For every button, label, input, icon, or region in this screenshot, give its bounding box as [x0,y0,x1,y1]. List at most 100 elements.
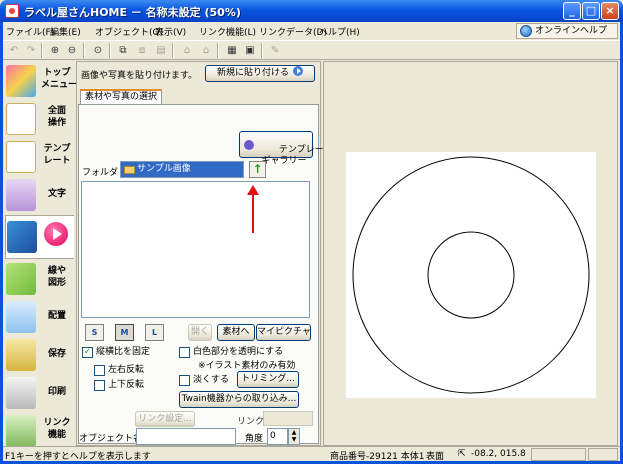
keep-ratio-checkbox[interactable]: ✓ 縦横比を固定 [82,347,150,358]
pen-icon[interactable]: ✎ [267,43,283,58]
status-help: F1キーを押すとヘルプを表示します [5,452,151,462]
minimize-button[interactable]: _ [563,2,581,20]
angle-input[interactable]: 0 [267,428,288,445]
nav-save[interactable]: 保存 [5,337,74,373]
close-button[interactable]: × [601,2,619,20]
lighten-checkbox[interactable]: 淡くする [179,375,229,386]
flip-vertical-checkbox[interactable]: 上下反転 [94,380,144,391]
trimming-button[interactable]: トリミング... [237,371,299,388]
my-picture-button[interactable]: マイピクチャ [256,324,311,341]
folder-label: フォルダ [82,168,119,178]
nav-top-menu[interactable]: トップ メニュー [5,63,78,99]
menu-edit[interactable]: 編集(E) [50,25,81,38]
menu-link-data[interactable]: リンクデータ(D) [259,25,327,38]
lock-icon[interactable]: ⌂ [179,43,195,58]
nav-shapes[interactable]: 線や 図形 [5,261,74,297]
angle-label: 角度 [245,434,264,444]
undo-icon[interactable]: ↶ [6,43,22,58]
toolbar: ↶ ↷ ⊕ ⊖ ⊙ ⧉ ⧈ ▤ ⌂ ⌂ ▦ ▣ ✎ [3,40,620,60]
illust-only-note: ※イラスト素材のみ有効 [198,361,296,371]
template-gallery-button[interactable]: テンプレート ギャラリー [239,131,333,166]
nav-label: 文字 [47,189,66,199]
bring-front-icon[interactable]: ▤ [153,43,169,58]
zoom-fit-icon[interactable]: ⊙ [90,43,106,58]
nav-align[interactable]: 配置 [5,299,74,335]
nav-full-operation[interactable]: 全面 操作 [5,101,74,137]
angle-spinner[interactable]: ▲ ▼ [288,428,300,445]
file-list[interactable] [81,181,310,318]
unlock-icon[interactable]: ⌂ [198,43,214,58]
nav-label: 印刷 [47,387,66,397]
open-button[interactable]: 開く [188,324,212,341]
folder-select[interactable]: サンプル画像 ▼ [120,161,244,178]
link-settings-button[interactable]: リンク設定... [135,411,195,427]
flip-horizontal-checkbox[interactable]: 左右反転 [94,365,144,376]
disc-label-template[interactable] [346,152,596,398]
save-icon [6,339,36,371]
zoom-out-icon[interactable]: ⊖ [64,43,80,58]
keep-ratio-label: 縦横比を固定 [96,347,151,357]
image-icon [7,221,37,253]
new-paste-label: 新規に貼り付ける [216,68,289,78]
menu-view[interactable]: 表示(V) [155,25,186,38]
online-help-button[interactable]: オンラインヘルプ [516,23,618,39]
preview-icon[interactable]: ▣ [242,43,258,58]
play-icon [44,222,68,246]
maximize-button[interactable]: □ [582,2,600,20]
play-icon [293,66,303,76]
group-icon[interactable]: ⧉ [115,43,131,58]
new-paste-button[interactable]: 新規に貼り付ける [205,65,315,82]
nav-label: 保存 [47,349,66,359]
nav-template[interactable]: テンプ レート [5,139,74,175]
side-navigation: トップ メニュー 全面 操作 テンプ レート 文字 線や 図形 配置 保存 印刷… [3,61,78,449]
redo-icon[interactable]: ↷ [23,43,39,58]
title-bar[interactable]: ラベル屋さんHOME － 名称未設定 (50%) _ □ × [0,0,623,22]
size-large-button[interactable]: L [145,324,164,341]
online-help-label: オンラインヘルプ [535,26,608,36]
menu-link[interactable]: リンク機能(L) [199,25,256,38]
nav-link[interactable]: リンク 機能 [5,413,74,449]
folder-value: サンプル画像 [137,164,191,174]
window-title: ラベル屋さんHOME － 名称未設定 (50%) [24,6,241,19]
twain-import-button[interactable]: Twain機器からの取り込み... [179,391,299,408]
cursor-icon: ⇱ [458,449,466,459]
canvas-area[interactable] [323,61,618,446]
menu-bar: ファイル(F) 編集(E) オブジェクト(O) 表示(V) リンク機能(L) リ… [3,22,620,40]
grid-icon[interactable]: ▦ [224,43,240,58]
transparent-white-label: 白色部分を透明にする [193,347,284,357]
status-product: 商品番号-29121 本体1 [330,452,425,462]
nav-image[interactable] [5,215,74,259]
client-area: ファイル(F) 編集(E) オブジェクト(O) 表示(V) リンク機能(L) リ… [3,22,620,462]
text-icon [6,179,36,211]
status-side: 表面 [426,452,445,462]
ungroup-icon[interactable]: ⧈ [134,43,150,58]
label-paper[interactable] [346,152,596,398]
tab-material-select[interactable]: 素材や写真の選択 [80,89,163,105]
size-medium-button[interactable]: M [115,324,134,341]
zoom-in-icon[interactable]: ⊕ [47,43,63,58]
object-name-label: オブジェクト名 [79,434,143,444]
arrow-up-icon [247,185,259,233]
status-resize-box [588,448,618,461]
layout-icon [6,103,36,135]
folder-up-icon[interactable]: ↑ [249,161,266,178]
menu-object[interactable]: オブジェクト(O) [95,25,163,38]
align-icon [6,301,36,333]
check-icon: ✓ [82,347,93,358]
nav-label: 線や 図形 [47,266,66,288]
menu-help[interactable]: ヘルプ(H) [319,25,360,38]
nav-label: テンプ レート [43,144,71,166]
flip-h-label: 左右反転 [108,365,145,375]
nav-print[interactable]: 印刷 [5,375,74,411]
panel-caption: 画像や写真を貼り付けます。 [81,71,198,81]
menu-file[interactable]: ファイル(F) [6,25,54,38]
size-small-button[interactable]: S [85,324,104,341]
transparent-white-checkbox[interactable]: 白色部分を透明にする [179,347,283,358]
nav-label: トップ メニュー [41,68,78,90]
to-material-button[interactable]: 素材へ [217,324,255,341]
object-name-input[interactable] [136,428,236,445]
link-column-field[interactable] [263,411,313,426]
status-size-box [531,448,586,461]
nav-text[interactable]: 文字 [5,177,74,213]
nav-label: 全面 操作 [47,106,66,128]
